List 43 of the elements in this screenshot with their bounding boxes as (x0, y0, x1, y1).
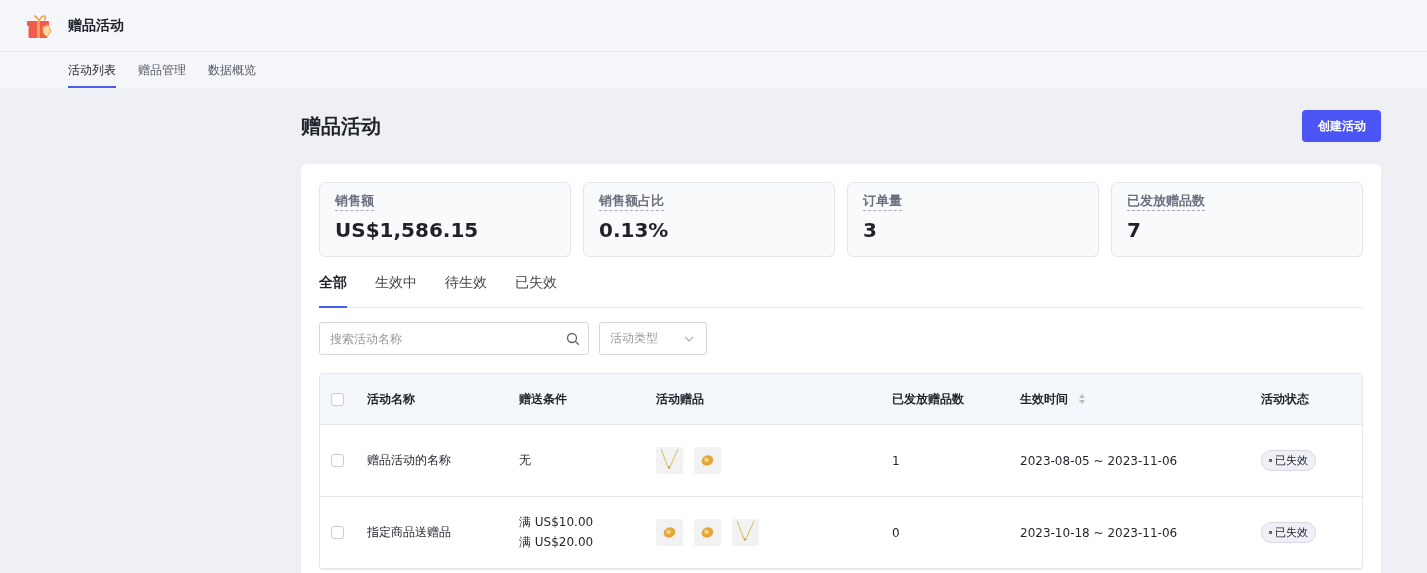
column-header: 赠送条件 (519, 390, 567, 408)
stat-value: 0.13% (599, 217, 669, 243)
search-icon (566, 332, 580, 346)
stat-label: 销售额占比 (599, 192, 664, 211)
nav-tab[interactable]: 数据概览 (208, 52, 256, 88)
stat-value: US$1,586.15 (335, 217, 479, 243)
effective-period: 2023-10-18 ~ 2023-11-06 (1020, 525, 1178, 540)
nav-tab[interactable]: 赠品管理 (138, 52, 186, 88)
row-checkbox[interactable] (331, 454, 344, 467)
stat-label: 已发放赠品数 (1127, 192, 1205, 211)
row-checkbox[interactable] (331, 526, 344, 539)
activity-name: 指定商品送赠品 (367, 524, 451, 541)
issued-count: 0 (892, 525, 900, 540)
page-title: 赠品活动 (301, 112, 381, 140)
column-header: 生效时间 (1020, 390, 1068, 408)
app-title: 赠品活动 (68, 16, 124, 35)
stat-label: 销售额 (335, 192, 374, 211)
issued-count: 1 (892, 453, 900, 468)
effective-period: 2023-08-05 ~ 2023-11-06 (1020, 453, 1178, 468)
status-tab[interactable]: 待生效 (445, 269, 487, 308)
gift-condition: 满 US$20.00 (519, 534, 594, 551)
chevron-down-icon (684, 335, 694, 342)
column-header: 已发放赠品数 (892, 390, 964, 408)
gift-box-icon (26, 12, 52, 39)
sort-icon[interactable] (1078, 393, 1086, 405)
select-all-checkbox[interactable] (331, 392, 344, 406)
column-header: 活动名称 (367, 390, 415, 408)
status-tab[interactable]: 全部 (319, 269, 347, 308)
gift-condition: 无 (519, 452, 531, 469)
status-tab[interactable]: 已失效 (515, 269, 557, 308)
column-header: 活动状态 (1261, 390, 1309, 408)
nav-tab[interactable]: 活动列表 (68, 52, 116, 88)
stat-value: 3 (863, 217, 877, 243)
activity-name: 赠品活动的名称 (367, 452, 451, 469)
stat-label: 订单量 (863, 192, 902, 211)
search-field[interactable]: 搜索活动名称 (319, 322, 589, 355)
column-header: 活动赠品 (656, 390, 704, 408)
status-badge: 已失效 (1261, 522, 1316, 543)
status-tab[interactable]: 生效中 (375, 269, 417, 308)
stat-value: 7 (1127, 217, 1141, 243)
create-activity-button[interactable]: 创建活动 (1302, 110, 1381, 142)
gift-condition: 满 US$10.00 (519, 514, 594, 531)
status-badge: 已失效 (1261, 450, 1316, 471)
